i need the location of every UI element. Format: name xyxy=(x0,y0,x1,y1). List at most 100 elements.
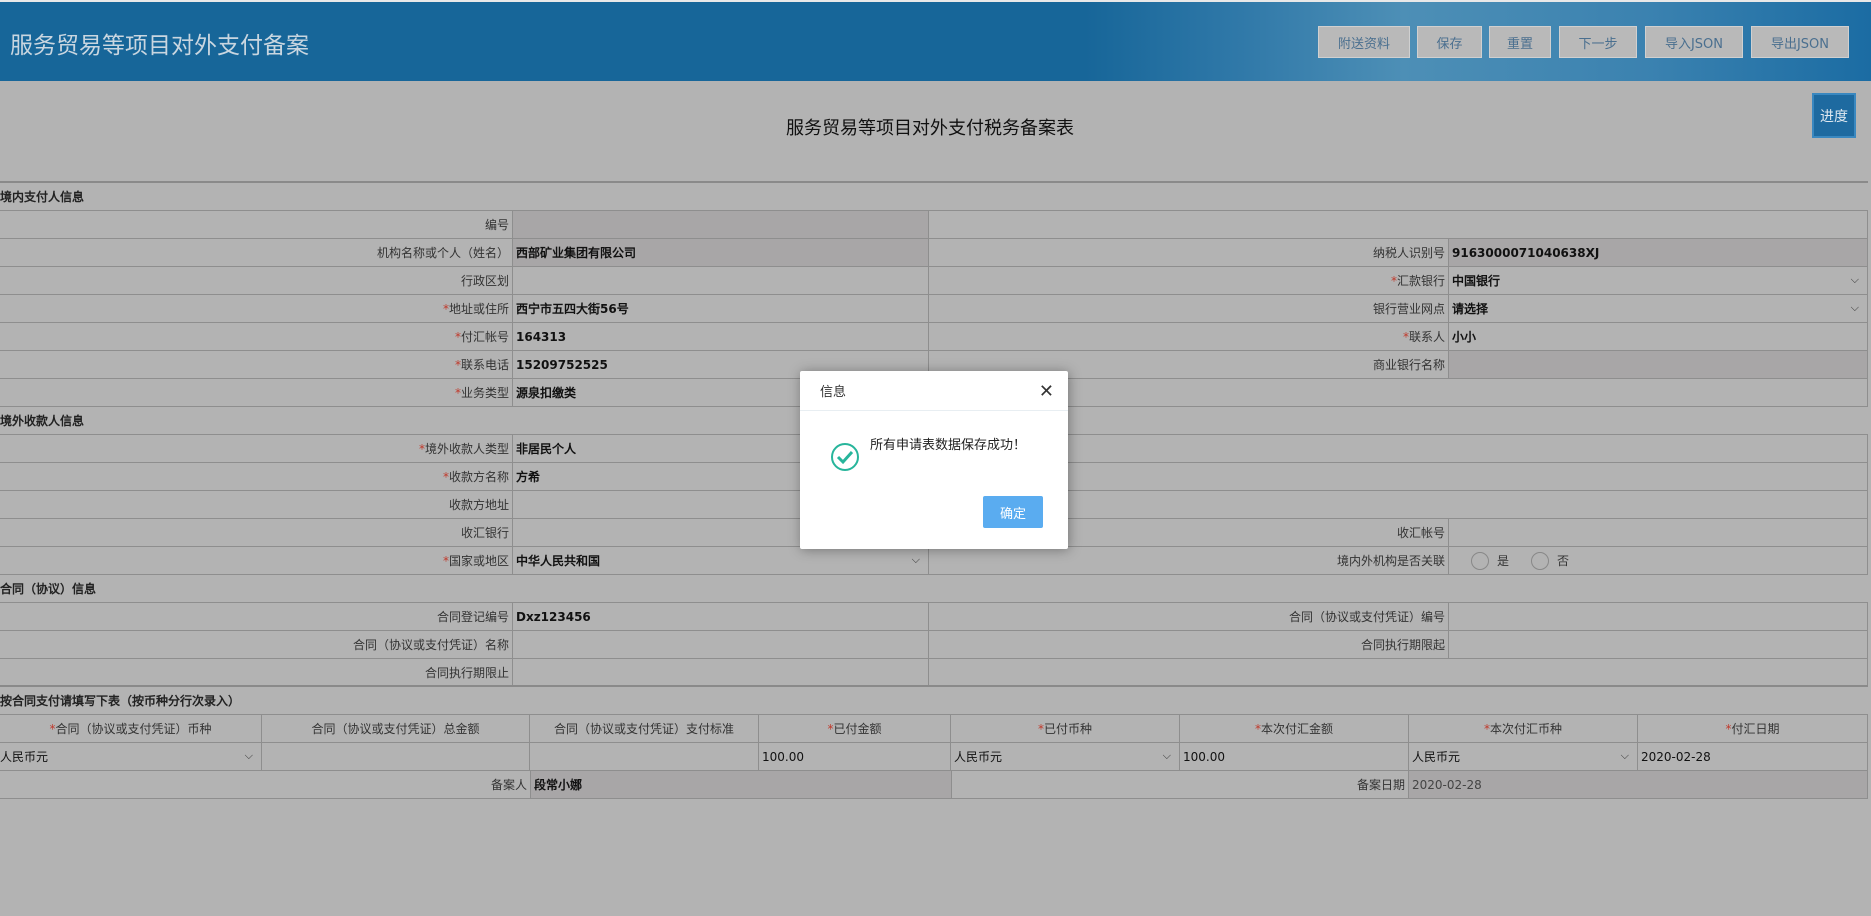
radio-group: 是否 xyxy=(1449,547,1868,574)
field-value[interactable]: 请选择 ⌵ xyxy=(1449,295,1868,322)
column-header: * 本次付汇币种 xyxy=(1409,715,1638,742)
filing-date-value: 2020-02-28 xyxy=(1409,771,1868,798)
amount-input[interactable]: 100.00 xyxy=(759,743,951,770)
column-header-text: 已付金额 xyxy=(833,722,882,736)
field-value[interactable]: 中华人民共和国 ⌵ xyxy=(513,547,929,574)
column-header-text: 合同（协议或支付凭证）总金额 xyxy=(311,722,480,736)
column-header: * 已付币种 xyxy=(951,715,1180,742)
form-row: * 地址或住所 西宁市五四大街56号 银行营业网点 请选择 ⌵ xyxy=(0,295,1868,323)
currency-select[interactable]: 人民币元 ⌵ xyxy=(0,743,262,770)
field-label-text: 收汇银行 xyxy=(460,526,509,540)
chevron-down-icon[interactable]: ⌵ xyxy=(1621,749,1629,763)
field-label-text: 商业银行名称 xyxy=(1372,358,1445,372)
column-header: * 已付金额 xyxy=(759,715,951,742)
field-value-text: 方希 xyxy=(516,470,541,484)
field-label: * 收款方名称 xyxy=(0,463,513,490)
import-json-button[interactable]: 导入JSON xyxy=(1645,26,1743,58)
field-value[interactable]: 小小 xyxy=(1449,323,1868,350)
field-value-text: 15209752525 xyxy=(516,357,608,372)
field-value-text: Dxz123456 xyxy=(516,609,591,624)
radio-label: 否 xyxy=(1557,554,1570,568)
field-label-text: 纳税人识别号 xyxy=(1372,246,1445,260)
field-value[interactable] xyxy=(513,659,929,685)
field-value[interactable] xyxy=(513,267,929,294)
column-header-text: 本次付汇币种 xyxy=(1489,722,1562,736)
field-value[interactable] xyxy=(513,631,929,658)
field-label-text: 收款方名称 xyxy=(448,470,509,484)
chevron-down-icon[interactable]: ⌵ xyxy=(1851,301,1859,315)
filer-label-text: 备案人 xyxy=(490,778,527,792)
amount-input-text: 100.00 xyxy=(1183,749,1225,764)
field-value[interactable]: Dxz123456 xyxy=(513,603,929,630)
form-row: 机构名称或个人（姓名） 西部矿业集团有限公司 纳税人识别号 9163000071040… xyxy=(0,239,1868,267)
form-row: 编号 xyxy=(0,211,1868,239)
field-value[interactable] xyxy=(1449,603,1868,630)
field-value-text: 非居民个人 xyxy=(516,442,577,456)
field-label-text: 业务类型 xyxy=(460,386,509,400)
radio-button[interactable] xyxy=(1531,551,1550,570)
field-value[interactable]: 中国银行 ⌵ xyxy=(1449,267,1868,294)
field-label: * 业务类型 xyxy=(0,379,513,406)
ok-button[interactable]: 确定 xyxy=(983,496,1043,528)
next-step-button[interactable]: 下一步 xyxy=(1559,26,1637,58)
radio-button[interactable] xyxy=(1471,551,1489,570)
amount-input[interactable]: 2020-02-28 xyxy=(1638,743,1868,770)
amount-input[interactable] xyxy=(530,743,759,770)
section-header: 按合同支付请填写下表（按币种分行次录入） xyxy=(0,687,1868,715)
success-check-icon xyxy=(831,443,859,471)
field-label-text: 行政区划 xyxy=(460,274,509,288)
column-header-text: 付汇日期 xyxy=(1731,722,1780,736)
field-value[interactable]: 164313 xyxy=(513,323,929,350)
field-label-text: 联系电话 xyxy=(460,358,509,372)
filing-date-label-text: 备案日期 xyxy=(1356,778,1405,792)
field-value-text: 中国银行 xyxy=(1452,274,1501,288)
merged-cell xyxy=(929,379,1868,406)
page-title: 服务贸易等项目对外支付税务备案表 xyxy=(786,118,1074,139)
reset-button[interactable]: 重置 xyxy=(1489,26,1551,58)
field-value-text: 源泉扣缴类 xyxy=(516,386,577,400)
field-label-text: 合同登记编号 xyxy=(436,610,509,624)
attach-materials-button[interactable]: 附送资料 xyxy=(1318,26,1410,58)
field-label: 收款方地址 xyxy=(0,491,513,518)
field-label-text: 银行营业网点 xyxy=(1372,302,1445,316)
amount-input-text: 2020-02-28 xyxy=(1641,749,1711,764)
chevron-down-icon[interactable]: ⌵ xyxy=(1851,273,1859,287)
filer-row: 备案人 段常小娜 备案日期 2020-02-28 xyxy=(0,771,1868,799)
field-label: 合同执行期限起 xyxy=(929,631,1449,658)
form-row: * 付汇帐号 164313 * 联系人 小小 xyxy=(0,323,1868,351)
field-label-text: 合同（协议或支付凭证）名称 xyxy=(352,638,509,652)
field-label: * 联系人 xyxy=(929,323,1449,350)
field-label: * 联系电话 xyxy=(0,351,513,378)
currency-select[interactable]: 人民币元 ⌵ xyxy=(1409,743,1638,770)
field-label-text: 编号 xyxy=(484,218,509,232)
currency-select[interactable]: 人民币元 ⌵ xyxy=(951,743,1180,770)
radio-label: 是 xyxy=(1497,554,1510,568)
field-value[interactable]: 西宁市五四大街56号 xyxy=(513,295,929,322)
field-label: * 付汇帐号 xyxy=(0,323,513,350)
amount-input[interactable] xyxy=(262,743,530,770)
export-json-button[interactable]: 导出JSON xyxy=(1751,26,1849,58)
dialog-message: 所有申请表数据保存成功！ xyxy=(870,438,1027,453)
chevron-down-icon[interactable]: ⌵ xyxy=(1163,749,1171,763)
field-value[interactable] xyxy=(1449,631,1868,658)
field-label: 编号 xyxy=(0,211,513,238)
field-label: 收汇银行 xyxy=(0,519,513,546)
dialog-title: 信息 xyxy=(820,385,847,400)
field-label-text: 联系人 xyxy=(1408,330,1445,344)
field-label: 合同登记编号 xyxy=(0,603,513,630)
field-label-text: 汇款银行 xyxy=(1396,274,1445,288)
close-icon[interactable]: ✕ xyxy=(1039,381,1054,402)
field-value-text: 西部矿业集团有限公司 xyxy=(516,246,637,260)
field-label: 合同执行期限止 xyxy=(0,659,513,685)
save-button[interactable]: 保存 xyxy=(1417,26,1482,58)
field-label: 境内外机构是否关联 xyxy=(929,547,1449,574)
field-value-text: 请选择 xyxy=(1452,302,1489,316)
field-value[interactable] xyxy=(1449,519,1868,546)
amount-input[interactable]: 100.00 xyxy=(1180,743,1409,770)
field-label: * 汇款银行 xyxy=(929,267,1449,294)
chevron-down-icon[interactable]: ⌵ xyxy=(245,749,253,763)
field-label: 行政区划 xyxy=(0,267,513,294)
chevron-down-icon[interactable]: ⌵ xyxy=(912,553,920,567)
field-value-text: 中华人民共和国 xyxy=(516,554,601,568)
currency-select-text: 人民币元 xyxy=(0,750,49,764)
